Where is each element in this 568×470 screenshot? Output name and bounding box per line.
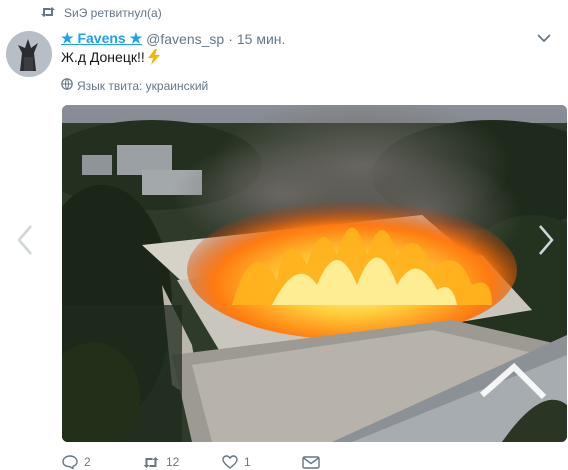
author-name[interactable]: ★ Favens ★ bbox=[61, 30, 142, 47]
reply-button[interactable]: 2 bbox=[62, 455, 142, 469]
tweet-language-note: Язык твита: украинский bbox=[61, 78, 208, 93]
envelope-icon bbox=[302, 455, 320, 469]
author-handle[interactable]: @favens_sp bbox=[146, 31, 224, 47]
reply-count: 2 bbox=[84, 455, 91, 469]
tweet-text-container: Ж.д Донецк!! bbox=[61, 49, 161, 65]
high-voltage-icon bbox=[147, 49, 161, 65]
tweet-time[interactable]: 15 мин. bbox=[237, 31, 286, 47]
tweet-text: Ж.д Донецк!! bbox=[61, 49, 145, 65]
retweet-action-icon bbox=[142, 456, 160, 469]
globe-icon bbox=[61, 78, 73, 93]
burning-building-photo bbox=[62, 105, 567, 442]
direct-message-button[interactable] bbox=[302, 455, 320, 469]
reply-icon bbox=[62, 455, 78, 469]
avatar[interactable] bbox=[6, 31, 52, 77]
tweet-photo[interactable] bbox=[62, 105, 567, 442]
previous-arrow-icon[interactable] bbox=[14, 222, 36, 258]
heart-icon bbox=[222, 455, 238, 469]
like-button[interactable]: 1 bbox=[222, 455, 302, 469]
tweet-actions: 2 12 1 bbox=[62, 455, 320, 469]
chevron-down-icon[interactable] bbox=[536, 30, 552, 46]
retweet-context: SиЭ ретвитнул(а) bbox=[40, 6, 162, 20]
language-text[interactable]: Язык твита: украинский bbox=[77, 79, 208, 93]
like-count: 1 bbox=[244, 455, 251, 469]
retweet-icon bbox=[40, 6, 56, 20]
separator-dot: · bbox=[228, 30, 233, 47]
tweet-header: ★ Favens ★ @favens_sp · 15 мин. bbox=[61, 30, 556, 47]
retweet-button[interactable]: 12 bbox=[142, 455, 222, 469]
next-arrow-icon[interactable] bbox=[535, 222, 557, 258]
retweet-count: 12 bbox=[166, 455, 180, 469]
retweet-text[interactable]: SиЭ ретвитнул(а) bbox=[64, 6, 162, 20]
